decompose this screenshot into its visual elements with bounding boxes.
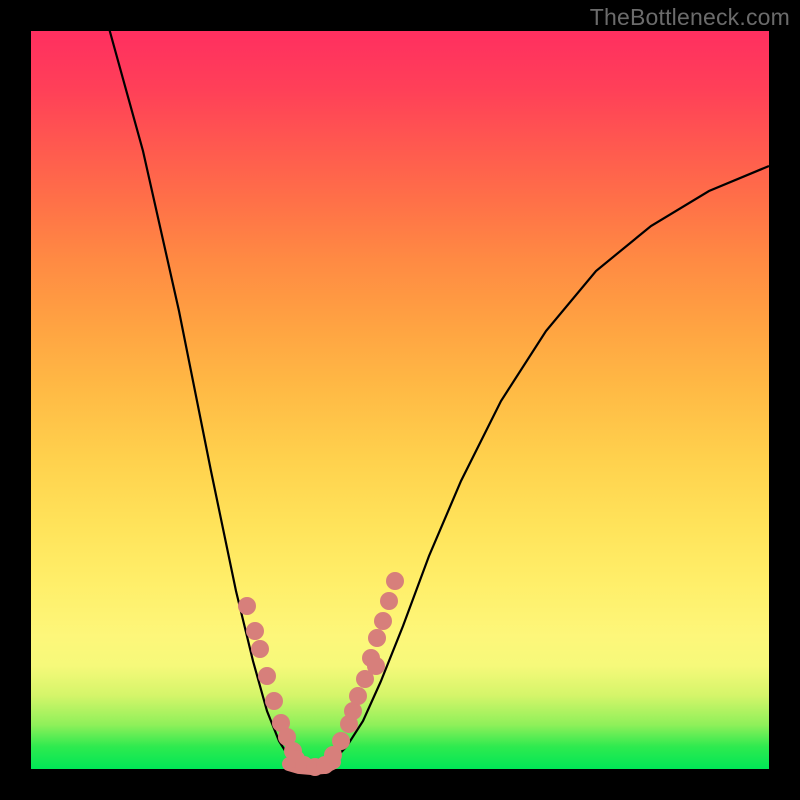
data-point-marker	[367, 657, 385, 675]
marker-group	[238, 572, 404, 776]
data-point-marker	[386, 572, 404, 590]
data-point-marker	[380, 592, 398, 610]
bottleneck-curve	[107, 21, 769, 767]
curve-layer	[31, 31, 769, 769]
watermark-text: TheBottleneck.com	[590, 4, 790, 31]
outer-black-frame: TheBottleneck.com	[0, 0, 800, 800]
data-point-marker	[368, 629, 386, 647]
data-point-marker	[258, 667, 276, 685]
data-point-marker	[349, 687, 367, 705]
data-point-marker	[251, 640, 269, 658]
data-point-marker	[246, 622, 264, 640]
gradient-plot-area	[31, 31, 769, 769]
data-point-marker	[332, 732, 350, 750]
data-point-marker	[238, 597, 256, 615]
data-point-marker	[374, 612, 392, 630]
data-point-marker	[265, 692, 283, 710]
